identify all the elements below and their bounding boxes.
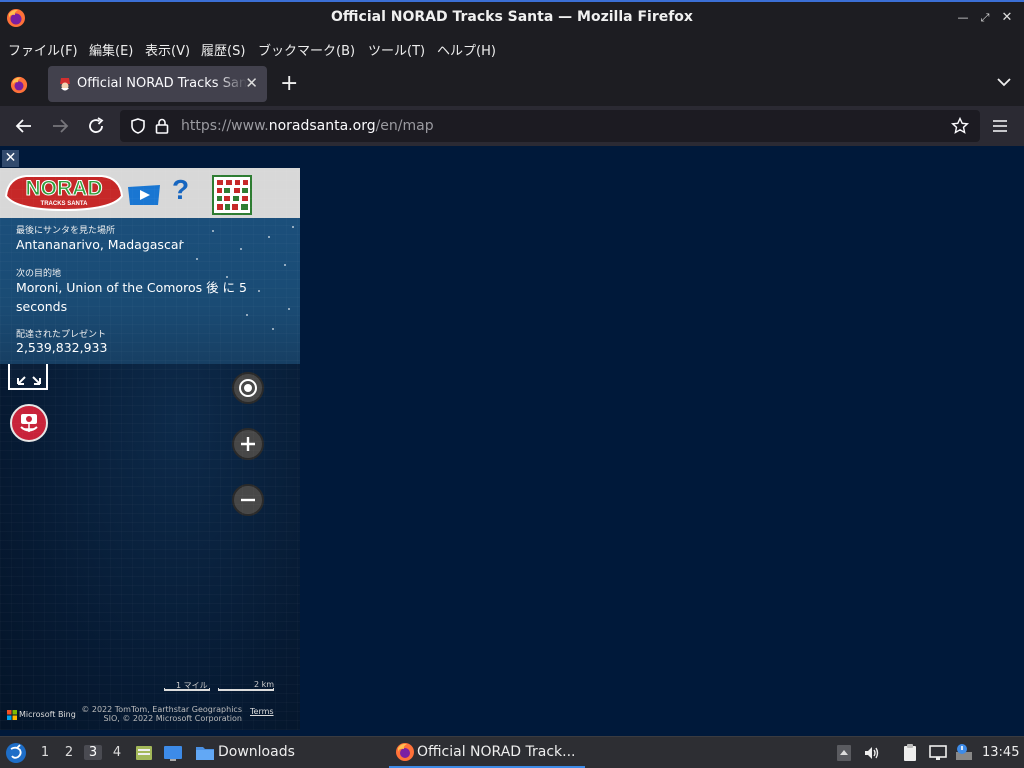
tracking-info: 最後にサンタを見た場所 Antananarivo, Madagascar 次の目… [0, 218, 300, 364]
panel-close-button[interactable]: ✕ [2, 150, 19, 167]
menu-tools[interactable]: ツール(T) [368, 40, 425, 59]
plus-icon [241, 437, 255, 451]
scale-miles-bar [164, 688, 210, 691]
norad-logo[interactable]: NORAD TRACKS SANTA [2, 170, 126, 214]
reload-icon[interactable] [86, 116, 106, 136]
folder-icon[interactable] [194, 743, 216, 763]
attribution-line-1: © 2022 TomTom, Earthstar Geographics [81, 705, 242, 714]
firefox-task-title: Official NORAD Track... [417, 744, 576, 760]
clipboard-icon[interactable] [900, 743, 920, 763]
window-titlebar: Official NORAD Tracks Santa — Mozilla Fi… [0, 0, 1024, 34]
page-content: ✕ NORAD TRACKS SANTA ? 最後にサンタを見た場所 Antan… [0, 146, 1024, 736]
url-text[interactable]: https://www.noradsanta.org/en/map [181, 118, 434, 134]
workspace-4[interactable]: 4 [108, 745, 126, 760]
fullscreen-button[interactable] [8, 364, 48, 390]
scale-km-bar [218, 688, 274, 691]
navigation-bar: https://www.noradsanta.org/en/map [0, 106, 1024, 146]
menu-file[interactable]: ファイル(F) [8, 40, 78, 59]
back-arrow-icon[interactable] [14, 116, 34, 136]
bing-label: Microsoft Bing [19, 710, 76, 719]
start-menu-icon[interactable] [5, 742, 27, 764]
taskbar: 1 2 3 4 Downloads Official NORAD Track..… [0, 736, 1024, 768]
shield-icon[interactable] [129, 117, 147, 135]
menu-edit[interactable]: 編集(E) [89, 40, 133, 59]
update-notification-icon[interactable] [954, 743, 974, 763]
clock: 13:45 [982, 745, 1020, 760]
url-host: noradsanta.org [268, 118, 376, 134]
url-bar[interactable]: https://www.noradsanta.org/en/map [120, 110, 980, 142]
menu-history[interactable]: 履歴(S) [201, 40, 245, 59]
firefox-task-icon [396, 743, 414, 761]
minus-icon [241, 498, 255, 502]
workspace-1[interactable]: 1 [36, 745, 54, 760]
menu-help[interactable]: ヘルプ(H) [437, 40, 496, 59]
volume-icon[interactable] [863, 744, 881, 762]
restore-icon[interactable]: ⤢ [978, 11, 992, 25]
locate-santa-button[interactable] [232, 372, 264, 404]
tray-arrow-icon[interactable] [836, 744, 852, 762]
zoom-in-button[interactable] [232, 428, 264, 460]
menu-view[interactable]: 表示(V) [145, 40, 190, 59]
forward-arrow-icon[interactable] [50, 116, 70, 136]
firefox-view-icon[interactable] [10, 76, 28, 94]
attribution-line-2: SIO, © 2022 Microsoft Corporation [103, 714, 242, 723]
microsoft-logo-icon [7, 710, 17, 720]
target-icon [239, 379, 257, 397]
url-prefix: https://www. [181, 118, 269, 134]
logo-text: NORAD [26, 177, 103, 200]
calendar-grid-icon[interactable] [212, 175, 252, 215]
video-play-icon[interactable] [126, 183, 162, 207]
map-attribution: © 2022 TomTom, Earthstar Geographics SIO… [74, 705, 242, 723]
downloads-task[interactable]: Downloads [218, 744, 295, 760]
lock-icon[interactable] [154, 117, 170, 135]
file-manager-icon[interactable] [134, 743, 154, 763]
next-stop-value: Moroni, Union of the Comoros 後 に 5 secon… [16, 280, 247, 314]
header-strip: NORAD TRACKS SANTA ? [0, 168, 300, 218]
url-path: /en/map [375, 118, 434, 134]
tab-title: Official NORAD Tracks Santa [77, 76, 247, 91]
terms-link[interactable]: Terms [250, 707, 274, 716]
expand-arrows-icon [17, 376, 41, 385]
menu-bookmarks[interactable]: ブックマーク(B) [258, 40, 355, 59]
tab-strip: Official NORAD Tracks Santa ✕ + [0, 62, 1024, 106]
minimize-icon[interactable]: — [956, 11, 970, 25]
menu-bar: ファイル(F) 編集(E) 表示(V) 履歴(S) ブックマーク(B) ツール(… [0, 34, 1024, 62]
workspace-2[interactable]: 2 [60, 745, 78, 760]
santa-cam-icon [20, 414, 38, 432]
help-icon[interactable]: ? [172, 174, 189, 206]
santa-cam-button[interactable] [10, 404, 48, 442]
workspace-3[interactable]: 3 [84, 745, 102, 760]
bookmark-star-icon[interactable] [951, 117, 969, 135]
window-title: Official NORAD Tracks Santa — Mozilla Fi… [331, 9, 693, 25]
santa-favicon-icon [60, 78, 70, 91]
logo-subtext: TRACKS SANTA [41, 201, 89, 207]
desktop-icon[interactable] [162, 743, 184, 763]
close-window-icon[interactable]: ✕ [1000, 11, 1014, 25]
tab-close-icon[interactable]: ✕ [245, 74, 258, 92]
map-panel[interactable]: NORAD TRACKS SANTA ? 最後にサンタを見た場所 Antanan… [0, 168, 300, 730]
last-seen-value: Antananarivo, Madagascar [16, 237, 184, 252]
zoom-out-button[interactable] [232, 484, 264, 516]
new-tab-button[interactable]: + [280, 71, 298, 96]
gifts-value: 2,539,832,933 [16, 340, 108, 355]
firefox-task[interactable]: Official NORAD Track... [389, 737, 585, 768]
network-icon[interactable] [928, 744, 948, 762]
tab-norad[interactable]: Official NORAD Tracks Santa ✕ [48, 66, 267, 102]
hamburger-menu-icon[interactable] [991, 117, 1009, 135]
chevron-down-icon[interactable] [996, 74, 1012, 90]
